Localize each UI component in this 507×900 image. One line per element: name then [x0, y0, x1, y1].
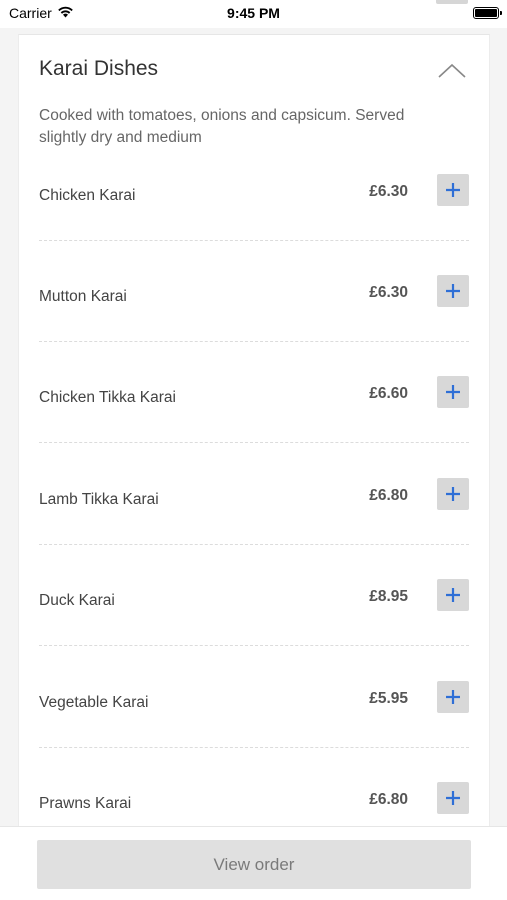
- section-title: Karai Dishes: [39, 57, 159, 80]
- add-item-button[interactable]: [437, 376, 469, 408]
- menu-item: Chicken Tikka Karai £6.60: [39, 376, 469, 484]
- menu-section-card: Karai Dishes Cooked with tomatoes, onion…: [18, 34, 490, 834]
- item-price: £6.60: [369, 385, 408, 402]
- plus-icon: [446, 183, 460, 197]
- item-price: £6.80: [369, 487, 408, 504]
- item-divider: [39, 645, 469, 646]
- status-bar: Carrier 9:45 PM: [0, 0, 507, 28]
- item-divider: [39, 442, 469, 443]
- previous-add-button[interactable]: [436, 0, 468, 4]
- add-item-button[interactable]: [437, 782, 469, 814]
- item-price: £5.95: [369, 690, 408, 707]
- menu-item: Chicken Karai £6.30: [39, 174, 469, 282]
- collapse-button[interactable]: [437, 61, 467, 81]
- plus-icon: [446, 487, 460, 501]
- item-price: £6.30: [369, 284, 408, 301]
- view-order-button[interactable]: View order: [37, 840, 471, 889]
- add-item-button[interactable]: [437, 478, 469, 510]
- menu-item: Lamb Tikka Karai £6.80: [39, 478, 469, 586]
- plus-icon: [446, 588, 460, 602]
- item-divider: [39, 747, 469, 748]
- add-item-button[interactable]: [437, 681, 469, 713]
- add-item-button[interactable]: [437, 579, 469, 611]
- item-name: Chicken Karai: [39, 187, 136, 204]
- item-name: Vegetable Karai: [39, 694, 149, 711]
- add-item-button[interactable]: [437, 174, 469, 206]
- menu-screen: Carrier 9:45 PM Karai Dishes Cooked with…: [0, 0, 507, 900]
- battery-icon: [473, 7, 502, 19]
- item-name: Lamb Tikka Karai: [39, 491, 159, 508]
- plus-icon: [446, 385, 460, 399]
- chevron-up-icon: [438, 63, 466, 78]
- item-price: £6.30: [369, 183, 408, 200]
- add-item-button[interactable]: [437, 275, 469, 307]
- menu-item: Vegetable Karai £5.95: [39, 681, 469, 789]
- section-description: Cooked with tomatoes, onions and capsicu…: [39, 107, 405, 146]
- item-price: £6.80: [369, 791, 408, 808]
- item-name: Chicken Tikka Karai: [39, 389, 176, 406]
- item-name: Prawns Karai: [39, 795, 132, 812]
- plus-icon: [446, 690, 460, 704]
- item-divider: [39, 544, 469, 545]
- item-name: Mutton Karai: [39, 288, 127, 305]
- item-divider: [39, 240, 469, 241]
- menu-item: Duck Karai £8.95: [39, 579, 469, 687]
- item-name: Duck Karai: [39, 592, 115, 609]
- item-price: £8.95: [369, 588, 408, 605]
- plus-icon: [446, 791, 460, 805]
- bottom-bar: View order: [0, 826, 507, 900]
- item-divider: [39, 341, 469, 342]
- menu-item: Mutton Karai £6.30: [39, 275, 469, 383]
- clock: 9:45 PM: [227, 5, 280, 21]
- plus-icon: [446, 284, 460, 298]
